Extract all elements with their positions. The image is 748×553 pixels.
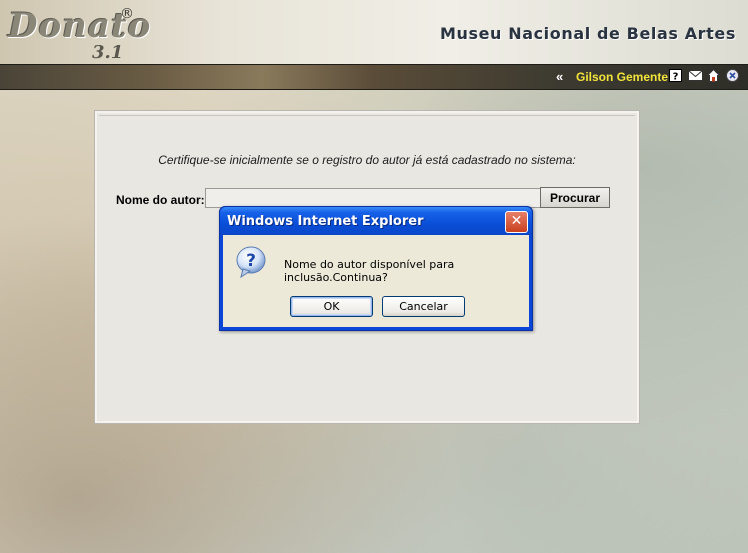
search-button[interactable]: Procurar <box>540 187 610 208</box>
dialog-message: Nome do autor disponível para inclusão.C… <box>284 258 455 284</box>
ok-button[interactable]: OK <box>290 296 373 317</box>
toolbar: « Gilson Gemente ? <box>0 64 748 90</box>
confirm-dialog: Windows Internet Explorer ✕ ? Nome do au… <box>219 206 533 331</box>
cancel-button[interactable]: Cancelar <box>382 296 465 317</box>
dialog-titlebar[interactable]: Windows Internet Explorer ✕ <box>220 207 532 235</box>
instruction-text: Certifique-se inicialmente se o registro… <box>158 153 576 167</box>
help-icon[interactable]: ? <box>669 69 682 82</box>
author-name-input[interactable] <box>205 188 541 208</box>
home-icon[interactable] <box>707 69 720 82</box>
logo-version: 3.1 <box>92 42 124 63</box>
mail-icon[interactable] <box>688 69 703 82</box>
dialog-title: Windows Internet Explorer <box>227 214 424 229</box>
dialog-body: ? Nome do autor disponível para inclusão… <box>223 235 529 327</box>
svg-text:?: ? <box>246 251 256 271</box>
donato-logo: Donato 3.1 ® <box>8 4 150 63</box>
svg-text:?: ? <box>673 72 679 83</box>
question-icon: ? <box>236 246 266 279</box>
museum-title: Museu Nacional de Belas Artes <box>439 24 736 43</box>
registered-mark: ® <box>120 6 134 22</box>
header: Donato 3.1 ® Museu Nacional de Belas Art… <box>0 0 748 64</box>
user-name: Gilson Gemente <box>576 70 669 84</box>
panel-divider <box>99 115 635 116</box>
exit-icon[interactable] <box>726 69 739 82</box>
close-icon[interactable]: ✕ <box>505 211 528 233</box>
back-link[interactable]: « <box>556 69 563 84</box>
author-name-label: Nome do autor: <box>116 193 205 207</box>
